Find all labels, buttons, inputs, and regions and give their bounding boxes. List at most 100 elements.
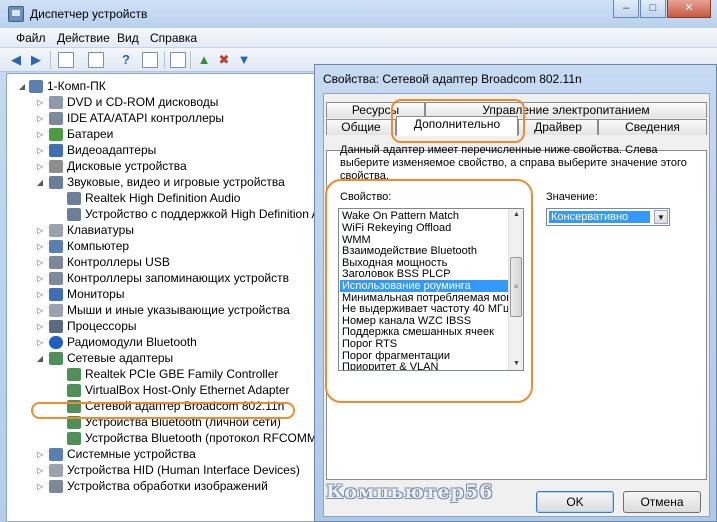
expand-icon[interactable]: ▷ (35, 318, 45, 335)
computer-icon (29, 80, 43, 93)
tree-item-display[interactable]: ▷ Видеоадаптеры (7, 142, 307, 159)
network-adapter-icon (49, 352, 63, 365)
tab-advanced[interactable]: Дополнительно (396, 116, 518, 136)
tree-item-system-devices[interactable]: ▷ Системные устройства (7, 446, 307, 463)
bluetooth-icon (49, 336, 63, 349)
tab-driver[interactable]: Драйвер (518, 119, 598, 135)
close-button[interactable]: ✕ (667, 0, 711, 18)
expand-icon[interactable]: ▷ (35, 238, 45, 255)
expand-icon[interactable]: ▷ (35, 110, 45, 127)
tree-item-disks[interactable]: ▷ Дисковые устройства (7, 158, 307, 175)
network-adapter-icon (67, 368, 81, 381)
tree-item-dvd[interactable]: ▷ DVD и CD-ROM дисководы (7, 94, 307, 111)
tree-item-network-adapters[interactable]: ◢ Сетевые адаптеры (7, 350, 307, 367)
display-adapter-icon (49, 144, 63, 157)
expand-icon[interactable]: ▷ (35, 94, 45, 111)
tree-item-realtek-nic[interactable]: Realtek PCIe GBE Family Controller (7, 366, 307, 383)
system-device-icon (49, 448, 63, 461)
ide-controller-icon (49, 112, 63, 125)
highlight-broadcom-oval (31, 402, 295, 419)
expand-icon[interactable]: ▷ (35, 142, 45, 159)
tree-item-computer[interactable]: ▷ Компьютер (7, 238, 307, 255)
dvd-drive-icon (49, 96, 63, 109)
menu-view[interactable]: Вид (117, 31, 139, 45)
tree-item-storage[interactable]: ▷ Контроллеры запоминающих устройств (7, 270, 317, 287)
expand-icon[interactable]: ▷ (35, 302, 45, 319)
forward-arrow-icon[interactable]: ▶ (28, 52, 44, 68)
tab-details[interactable]: Сведения (598, 119, 707, 135)
expand-icon[interactable]: ▷ (35, 478, 45, 495)
tree-item-bluetooth-radios[interactable]: ▷ Радиомодули Bluetooth (7, 334, 307, 351)
properties-icon[interactable] (88, 52, 104, 68)
tab-general[interactable]: Общие (326, 119, 396, 135)
highlight-property-list-oval (325, 179, 533, 403)
ok-button[interactable]: OK (536, 491, 614, 513)
update-driver-icon[interactable]: ▲ (196, 52, 212, 68)
tree-item-ide[interactable]: ▷ IDE ATA/ATAPI контроллеры (7, 110, 307, 127)
watermark: Компьютер56 (326, 481, 494, 503)
show-hide-console-tree-icon[interactable] (58, 52, 74, 68)
device-manager-icon (8, 6, 24, 22)
value-selected: Консервативно (549, 211, 650, 223)
expand-icon[interactable]: ▷ (35, 270, 45, 287)
scan-hardware-icon[interactable] (170, 52, 186, 68)
tree-item-virtualbox-adapter[interactable]: VirtualBox Host-Only Ethernet Adapter (7, 382, 307, 399)
disk-drive-icon (49, 160, 63, 173)
minimize-button[interactable]: – (613, 0, 639, 18)
tree-item-realtek-audio[interactable]: Realtek High Definition Audio (7, 190, 327, 207)
tree-item-processors[interactable]: ▷ Процессоры (7, 318, 307, 335)
expand-icon[interactable]: ▷ (35, 286, 45, 303)
tree-item-keyboards[interactable]: ▷ Клавиатуры (7, 222, 307, 239)
description-text: Данный адаптер имеет перечисленные ниже … (340, 144, 687, 182)
back-arrow-icon[interactable]: ◀ (8, 52, 24, 68)
usb-icon (49, 256, 63, 269)
maximize-button[interactable]: □ (640, 0, 666, 18)
tree-item-bluetooth-rfcomm[interactable]: Устройства Bluetooth (протокол RFCOMM TD… (7, 430, 317, 447)
dialog-title: Свойства: Сетевой адаптер Broadcom 802.1… (323, 72, 582, 86)
expand-icon[interactable]: ▷ (35, 126, 45, 143)
chevron-down-icon[interactable]: ▼ (654, 210, 668, 224)
expand-icon[interactable]: ▷ (35, 222, 45, 239)
computer-icon (49, 240, 63, 253)
tree-item-mice[interactable]: ▷ Мыши и иные указывающие устройства (7, 302, 317, 319)
help-icon[interactable]: ? (118, 52, 134, 68)
expand-icon[interactable]: ▷ (35, 462, 45, 479)
sound-icon (49, 176, 63, 189)
expand-icon[interactable]: ▷ (35, 446, 45, 463)
menu-action[interactable]: Действие (57, 31, 110, 45)
window-title: Диспетчер устройств (30, 7, 148, 21)
camera-icon (49, 480, 63, 493)
audio-device-icon (67, 192, 81, 205)
collapse-icon[interactable]: ◢ (35, 350, 45, 367)
tree-root[interactable]: ◢ 1-Комп-ПК (7, 78, 207, 95)
collapse-icon[interactable]: ◢ (35, 174, 45, 191)
tree-item-hid[interactable]: ▷ Устройства HID (Human Interface Device… (7, 462, 317, 479)
tree-item-monitors[interactable]: ▷ Мониторы (7, 286, 307, 303)
value-dropdown[interactable]: Консервативно ▼ (546, 208, 670, 226)
processor-icon (49, 320, 63, 333)
tree-item-hd-audio[interactable]: Устройство с поддержкой High Definition … (7, 206, 317, 223)
title-bar[interactable]: Диспетчер устройств – □ ✕ (0, 0, 717, 28)
expand-icon[interactable]: ▷ (35, 334, 45, 351)
tree-item-sound[interactable]: ◢ Звуковые, видео и игровые устройства (7, 174, 327, 191)
menu-help[interactable]: Справка (150, 31, 197, 45)
action-pane-icon[interactable] (142, 52, 158, 68)
tree-item-imaging[interactable]: ▷ Устройства обработки изображений (7, 478, 317, 495)
menu-file[interactable]: Файл (16, 31, 46, 45)
menu-bar: Файл Действие Вид Справка (0, 28, 717, 48)
keyboard-icon (49, 224, 63, 237)
tree-item-batteries[interactable]: ▷ Батареи (7, 126, 307, 143)
cancel-button[interactable]: Отмена (623, 491, 701, 513)
tree-item-usb[interactable]: ▷ Контроллеры USB (7, 254, 307, 271)
storage-controller-icon (49, 272, 63, 285)
disable-device-icon[interactable]: ▼ (236, 52, 252, 68)
monitor-icon (49, 288, 63, 301)
mouse-icon (49, 304, 63, 317)
value-label: Значение: (546, 191, 598, 203)
collapse-icon[interactable]: ◢ (17, 78, 27, 95)
battery-icon (49, 128, 63, 141)
audio-device-icon (67, 208, 81, 221)
expand-icon[interactable]: ▷ (35, 254, 45, 271)
expand-icon[interactable]: ▷ (35, 158, 45, 175)
uninstall-icon[interactable]: ✖ (216, 52, 232, 68)
